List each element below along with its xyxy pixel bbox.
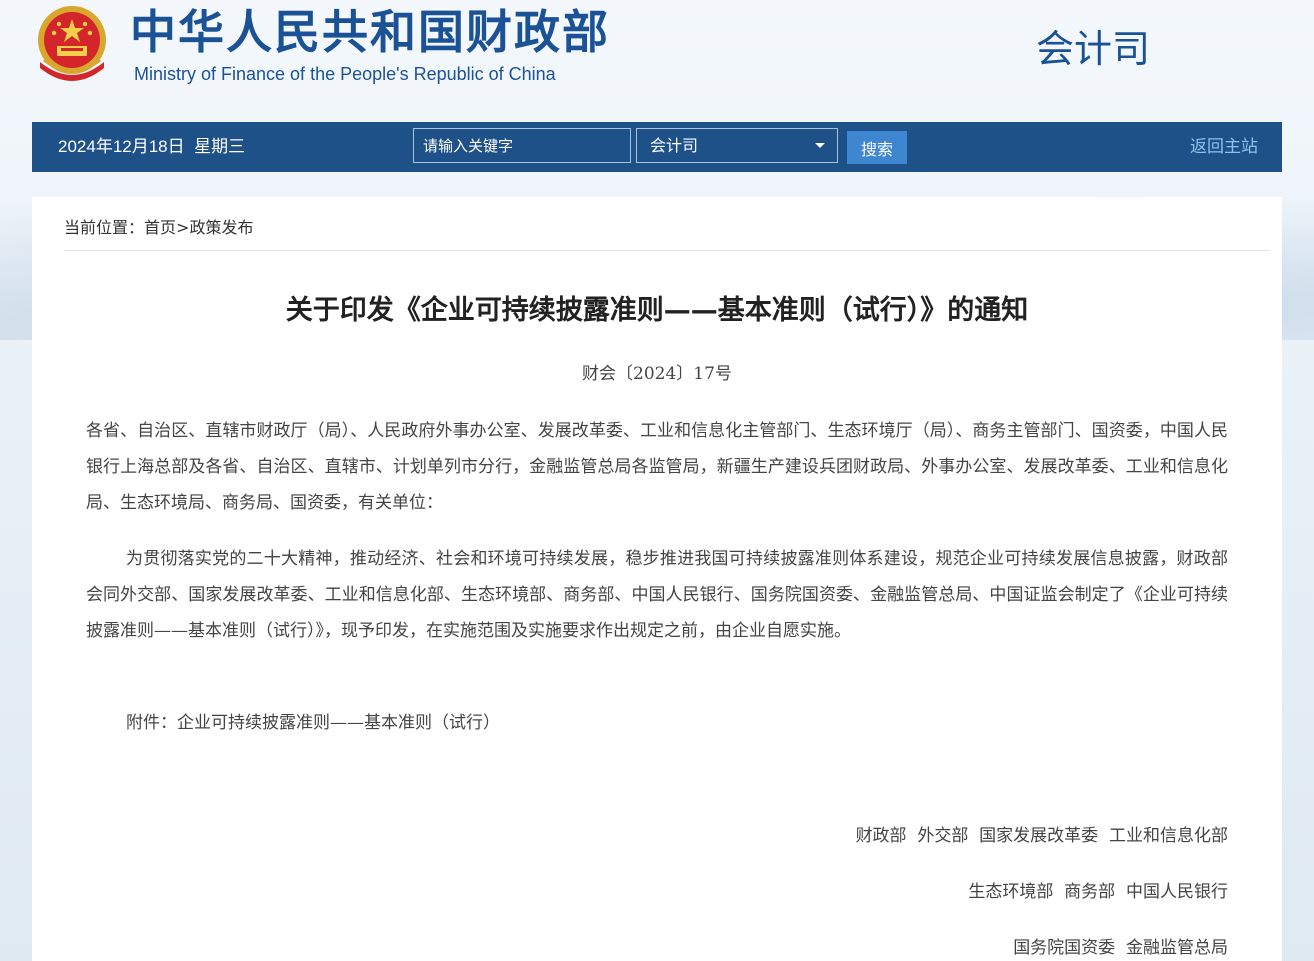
- navbar: 2024年12月18日 星期三 会计司 搜索 返回主站: [32, 122, 1282, 172]
- search-input[interactable]: [413, 128, 631, 163]
- search-button[interactable]: 搜索: [847, 131, 907, 164]
- site-title-en: Ministry of Finance of the People's Repu…: [134, 64, 556, 84]
- main-paragraph: 为贯彻落实党的二十大精神，推动经济、社会和环境可持续发展，稳步推进我国可持续披露…: [86, 549, 1228, 641]
- return-home-link[interactable]: 返回主站: [1190, 122, 1258, 172]
- signatory-line: 生态环境部 商务部 中国人民银行: [968, 882, 1228, 902]
- document-number: 财会〔2024〕17号: [582, 364, 732, 384]
- current-date: 2024年12月18日 星期三: [58, 122, 245, 172]
- breadcrumb-divider: [64, 250, 1270, 251]
- date-text: 2024年12月18日: [58, 137, 185, 156]
- signatory-line: 国务院国资委 金融监管总局: [1013, 938, 1228, 958]
- department-title: 会计司: [1036, 27, 1151, 71]
- department-select-value: 会计司: [650, 136, 699, 155]
- breadcrumb-current-link[interactable]: 政策发布: [189, 218, 253, 237]
- breadcrumb-prefix: 当前位置：: [64, 218, 145, 237]
- breadcrumb: 当前位置：首页>政策发布: [64, 213, 253, 243]
- attachment-line: 附件：企业可持续披露准则——基本准则（试行）: [126, 713, 500, 733]
- chevron-down-icon: [815, 143, 825, 148]
- signatory-line: 财政部 外交部 国家发展改革委 工业和信息化部: [855, 826, 1228, 846]
- article-title: 关于印发《企业可持续披露准则——基本准则（试行）》的通知: [285, 295, 1029, 326]
- breadcrumb-home-link[interactable]: 首页: [144, 218, 176, 237]
- national-emblem-icon: [38, 6, 106, 81]
- site-title-cn: 中华人民共和国财政部: [130, 5, 610, 59]
- department-select[interactable]: 会计司: [636, 128, 838, 163]
- main-content: 当前位置：首页>政策发布 关于印发《企业可持续披露准则——基本准则（试行）》的通…: [32, 197, 1282, 961]
- breadcrumb-separator: >: [176, 218, 190, 237]
- site-header: 中华人民共和国财政部 Ministry of Finance of the Pe…: [0, 0, 1314, 120]
- addressees-paragraph: 各省、自治区、直辖市财政厅（局）、人民政府外事办公室、发展改革委、工业和信息化主…: [86, 421, 1228, 513]
- weekday-text: 星期三: [194, 137, 246, 156]
